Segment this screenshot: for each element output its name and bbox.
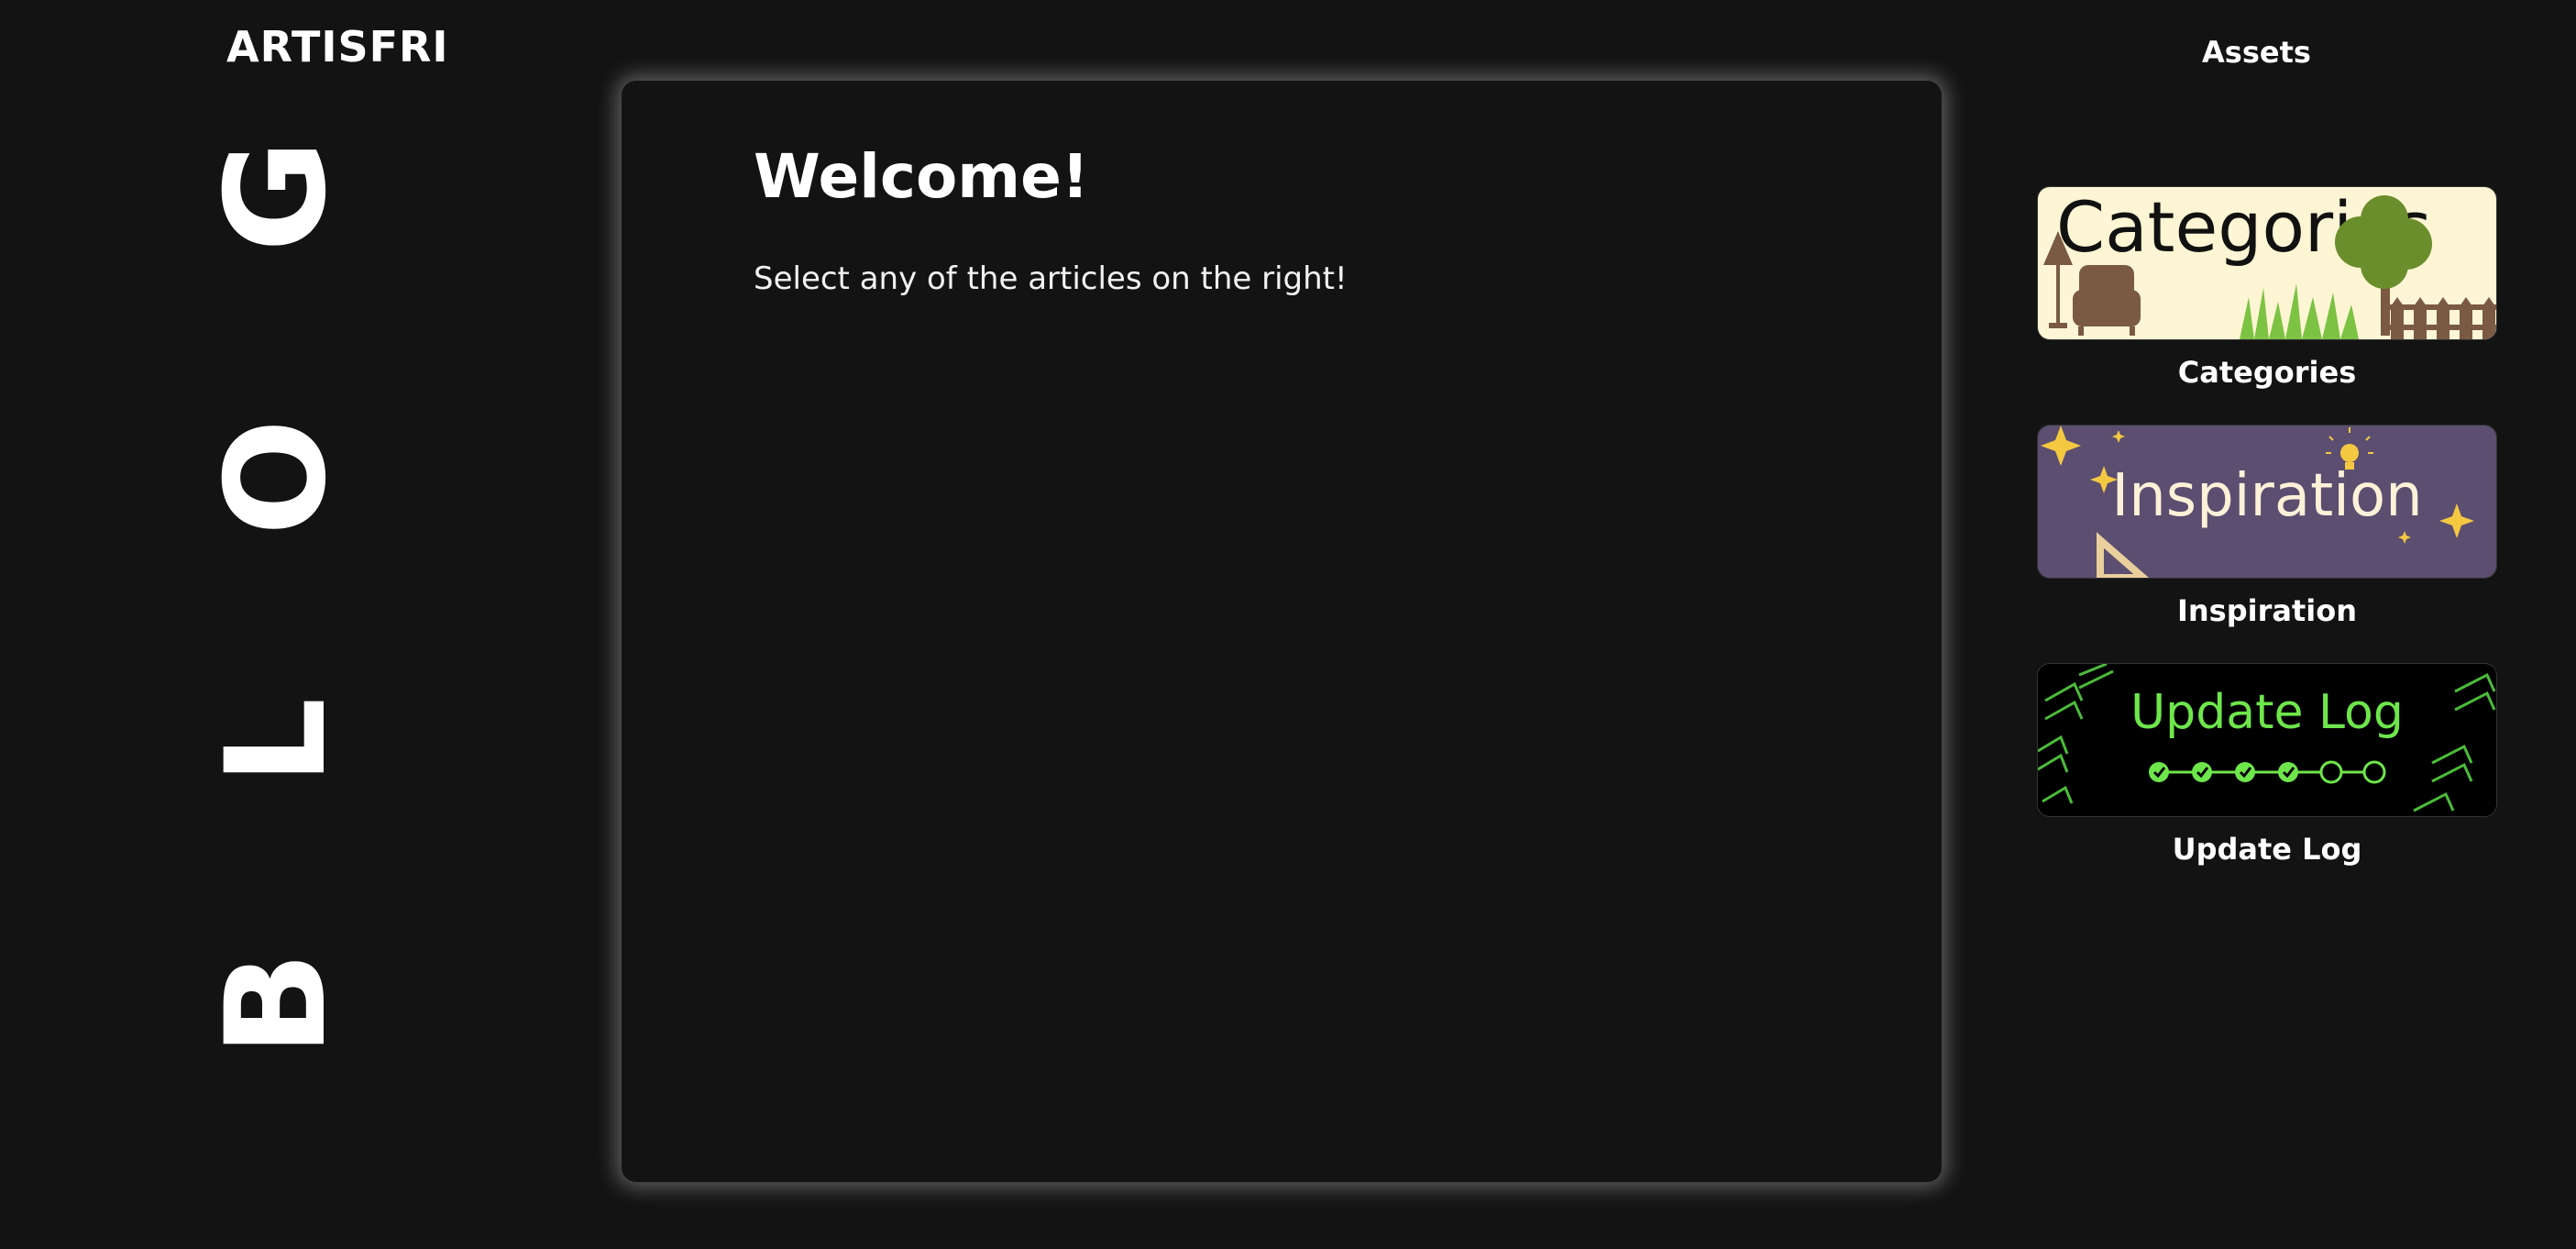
- welcome-message: Select any of the articles on the right!: [754, 260, 1348, 297]
- article-caption-categories[interactable]: Categories: [2037, 355, 2497, 390]
- page-title: Welcome!: [754, 141, 1089, 212]
- thumbnail-text-update-log: Update Log: [2130, 685, 2404, 740]
- article-card-update-log[interactable]: Update Log Update Log: [2037, 663, 2497, 867]
- article-card-inspiration[interactable]: Inspiration Inspiration: [2037, 425, 2497, 628]
- article-thumbnail-update-log[interactable]: Update Log: [2037, 663, 2497, 817]
- article-thumbnail-categories[interactable]: Categories: [2037, 186, 2497, 340]
- armchair-icon: [2073, 265, 2141, 336]
- content-panel: Welcome! Select any of the articles on t…: [622, 81, 1942, 1182]
- blog-vertical-text: BLOG: [206, 139, 348, 1056]
- brand-logo-link[interactable]: ARTISFRI: [226, 22, 449, 72]
- thumbnail-text-inspiration: Inspiration: [2111, 462, 2422, 530]
- article-caption-inspiration[interactable]: Inspiration: [2037, 593, 2497, 628]
- article-card-categories[interactable]: Categories Categories: [2037, 186, 2497, 390]
- article-caption-update-log[interactable]: Update Log: [2037, 832, 2497, 867]
- blog-vertical-title: BLOG: [206, 132, 348, 1058]
- nav-assets-link[interactable]: Assets: [2202, 35, 2311, 70]
- article-thumbnail-inspiration[interactable]: Inspiration: [2037, 425, 2497, 579]
